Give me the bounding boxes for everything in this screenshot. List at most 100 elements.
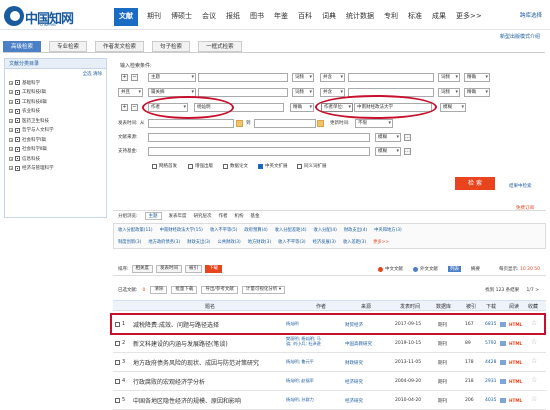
col-title[interactable]: 题名 (205, 303, 215, 310)
expand-icon[interactable]: + (9, 156, 13, 161)
category-item[interactable]: + 社会科学Ⅰ辑 (5, 135, 106, 145)
tab-advanced-search[interactable]: 高级检索 (3, 41, 42, 52)
author-precise-select[interactable]: 精确 (290, 103, 314, 112)
download-icon[interactable] (500, 360, 506, 365)
row-cited-link[interactable]: 206 (465, 398, 474, 403)
abstract-view-toggle[interactable]: 摘要 (471, 266, 480, 272)
row-download-count[interactable]: 4428 (485, 360, 496, 365)
fund-mode-select[interactable]: 模糊 (375, 147, 401, 156)
time-from-input[interactable] (148, 119, 234, 128)
tag-link[interactable]: 收入不平等(3) (278, 239, 306, 245)
update-time-select[interactable]: 不限 (355, 119, 393, 128)
fund-input[interactable] (148, 147, 370, 156)
tag-link[interactable]: 收入分配(4) (314, 227, 337, 233)
expand-icon[interactable]: + (9, 118, 13, 123)
row-html-read[interactable]: HTML (509, 360, 522, 365)
row-source-link[interactable]: 经济研究 (345, 379, 363, 385)
calendar-icon[interactable] (317, 120, 324, 127)
checkbox-icon[interactable] (15, 118, 20, 124)
row1-keyword2-input[interactable] (348, 73, 434, 82)
checkbox-icon[interactable] (15, 165, 20, 171)
nav-item-literature[interactable]: 文献 (114, 8, 138, 26)
checkbox-icon[interactable] (15, 146, 20, 152)
row-download-count[interactable]: 4035 (485, 398, 496, 403)
category-item[interactable]: + 哲学与人文科学 (5, 126, 106, 136)
source-input[interactable] (148, 133, 370, 142)
checkbox-icon[interactable] (15, 80, 20, 86)
row-download-count[interactable]: 5792 (485, 341, 496, 346)
expand-icon[interactable]: + (9, 137, 13, 142)
cross-db-link[interactable]: 跨库选择 (520, 11, 542, 19)
nav-item-encyclopedia[interactable]: 百科 (297, 8, 313, 26)
cnki-logo[interactable]: 中国知网 cnki.net (4, 6, 104, 27)
table-row[interactable]: 2 新文科建设的内涵与发展路径(笔谈) 樊丽明; 杨灿明; 马骁; 刘小兵; 杜… (113, 334, 546, 353)
expand-icon[interactable]: + (9, 90, 13, 95)
row-author-link[interactable]: 杨灿明; 孙群力 (286, 397, 326, 402)
expand-icon[interactable]: + (9, 147, 13, 152)
group-tab-topic[interactable]: 主题 (144, 212, 162, 220)
list-view-toggle[interactable]: 列表 (448, 266, 461, 272)
nav-item-standard[interactable]: 标准 (407, 8, 423, 26)
check-online-first[interactable]: 网络首发 (152, 163, 177, 169)
tag-link[interactable]: 地方财政(3) (248, 239, 271, 245)
col-author[interactable]: 作者 (316, 303, 326, 310)
search-in-results-link[interactable]: 结果中检索 (509, 183, 532, 189)
row1-keyword-input[interactable] (198, 73, 288, 82)
checkbox-icon[interactable] (223, 163, 228, 169)
group-tab-institution[interactable]: 机构 (235, 213, 244, 219)
row-source-link[interactable]: 中国高教研究 (345, 341, 372, 347)
category-item[interactable]: + 医药卫生科技 (5, 116, 106, 126)
fund-more-icon[interactable]: … (404, 148, 411, 155)
tag-link[interactable]: 收入不平等(5) (210, 227, 238, 233)
row-cited-link[interactable]: 178 (465, 360, 474, 365)
download-icon[interactable] (500, 341, 506, 346)
sort-download[interactable]: 下载 (205, 265, 223, 273)
row-html-read[interactable]: HTML (509, 341, 522, 346)
checkbox-icon[interactable] (152, 163, 157, 169)
expand-icon[interactable]: + (9, 80, 13, 85)
source-more-icon[interactable]: … (404, 134, 411, 141)
row-html-read[interactable]: HTML (509, 379, 522, 384)
nav-item-journal[interactable]: 期刊 (146, 8, 162, 26)
category-item[interactable]: + 社会科学Ⅱ辑 (5, 145, 106, 155)
category-item[interactable]: + 工程科技Ⅱ辑 (5, 97, 106, 107)
nav-item-thesis[interactable]: 博硕士 (170, 8, 193, 26)
tag-link[interactable]: 收入差距(3) (343, 239, 366, 245)
bulk-download-button[interactable]: 批量下载 (171, 286, 198, 294)
tag-link[interactable]: 政府预算(4) (244, 227, 267, 233)
nav-item-more[interactable]: 更多>> (455, 8, 483, 26)
nav-item-dictionary[interactable]: 词典 (321, 8, 337, 26)
category-select-links[interactable]: 全选 清除 (5, 69, 106, 78)
table-row[interactable]: 5 中国各地区隐性经济的规模、原因和影响 杨灿明; 孙群力 经济研究 2010-… (113, 391, 546, 410)
tag-link[interactable]: 收入分配差距(4) (275, 227, 307, 233)
download-icon[interactable] (500, 379, 506, 384)
tag-link[interactable]: 公共财政(3) (217, 239, 240, 245)
row-source-link[interactable]: 经济研究 (345, 398, 363, 404)
check-enhanced[interactable]: 增强出版 (188, 163, 213, 169)
tag-link[interactable]: 制度创新(3) (118, 239, 141, 245)
tag-link[interactable]: 收入分配政策(11) (118, 227, 153, 233)
table-row[interactable]: 3 地方政府债务风险的现状、成因与防范对策研究 杨灿明; 鲁元平 财政研究 20… (113, 353, 546, 372)
row1-field-select[interactable]: 主题 (148, 73, 196, 82)
per-page-selector[interactable]: 每页显示: 10 20 50 (499, 266, 540, 272)
tab-sentence-search[interactable]: 句子检索 (152, 41, 191, 52)
row-cited-link[interactable]: 218 (465, 379, 474, 384)
pager[interactable]: 1/7 > (527, 288, 539, 293)
checkbox-icon[interactable] (188, 163, 193, 169)
table-row[interactable]: 4 行政腐败的宏观经济学分析 杨灿明; 赵福军 经济研究 2004-09-20 … (113, 372, 546, 391)
nav-item-statistics[interactable]: 统计数据 (345, 8, 375, 26)
expand-icon[interactable]: + (9, 109, 13, 114)
search-button[interactable]: 检 索 (455, 177, 495, 190)
row-title-link[interactable]: 中国各地区隐性经济的规模、原因和影响 (133, 396, 241, 405)
col-date[interactable]: 发表时间 (400, 303, 420, 310)
foreign-docs-toggle[interactable]: 外文文献 (413, 266, 438, 272)
row2-freq-select[interactable]: 词频 (292, 88, 314, 97)
visual-analysis-button[interactable]: 计量可视化分析 (241, 286, 286, 294)
org-mode-select[interactable]: 模糊 (440, 103, 466, 112)
source-mode-select[interactable]: 模糊 (375, 133, 401, 142)
col-database[interactable]: 数据库 (436, 303, 451, 310)
row-download-count[interactable]: 2931 (485, 379, 496, 384)
nav-item-conference[interactable]: 会议 (201, 8, 217, 26)
row-html-read[interactable]: HTML (509, 398, 522, 403)
tag-link[interactable]: 财政支出(4) (344, 227, 367, 233)
